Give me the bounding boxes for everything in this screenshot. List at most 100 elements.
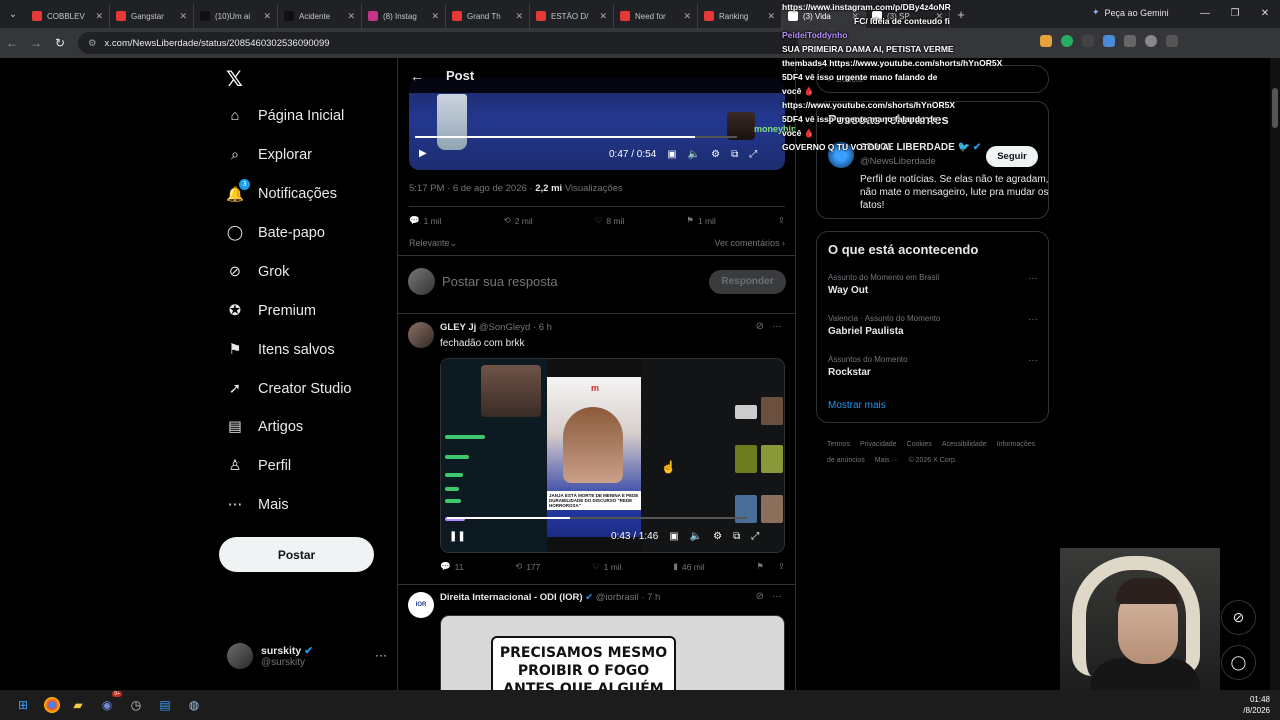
nav-item[interactable]: ⌕ Explorar bbox=[226, 146, 312, 164]
nav-item[interactable]: ◯ Bate-papo bbox=[226, 224, 325, 242]
volume-icon[interactable]: 🔈 bbox=[688, 149, 700, 160]
profile-icon[interactable] bbox=[1145, 35, 1157, 47]
fullscreen-icon[interactable]: ⤢ bbox=[751, 531, 759, 542]
volume-icon[interactable]: 🔈 bbox=[690, 531, 702, 542]
video-progress-bar[interactable] bbox=[447, 517, 747, 519]
more-dots-icon[interactable]: ··· bbox=[375, 648, 387, 662]
x-logo-icon[interactable]: 𝕏 bbox=[226, 67, 243, 91]
trend-item[interactable]: Assuntos do Momento Rockstar ··· bbox=[828, 355, 1038, 378]
menu-icon[interactable] bbox=[1166, 35, 1178, 47]
chrome-icon[interactable] bbox=[44, 697, 60, 713]
steam-icon[interactable]: ◍ bbox=[183, 694, 205, 716]
captions-icon[interactable]: ▣ bbox=[667, 149, 676, 160]
captions-icon[interactable]: ▣ bbox=[669, 531, 678, 542]
close-tab-icon[interactable]: ✕ bbox=[767, 11, 775, 22]
footer-link[interactable]: Termos bbox=[827, 441, 850, 448]
footer-link[interactable]: © 2026 X Corp. bbox=[908, 457, 956, 464]
nav-item[interactable]: ⚑ Itens salvos bbox=[226, 341, 335, 359]
share-icon[interactable]: ⇪ bbox=[778, 561, 785, 572]
tweet-time[interactable]: · 6 h bbox=[533, 322, 552, 333]
browser-tab[interactable]: Acidente ✕ bbox=[278, 4, 362, 28]
grok-icon[interactable]: ⊘ bbox=[756, 321, 764, 332]
nav-item[interactable]: ⌂ Página Inicial bbox=[226, 107, 345, 125]
extension-icon[interactable] bbox=[1082, 35, 1094, 47]
tweet-time[interactable]: · 7 h bbox=[641, 592, 660, 603]
nav-item[interactable]: ⊘ Grok bbox=[226, 263, 290, 281]
close-tab-icon[interactable]: ✕ bbox=[683, 11, 691, 22]
nav-item[interactable]: ➚ Creator Studio bbox=[226, 380, 352, 398]
discord-icon[interactable]: ◉ 9+ bbox=[96, 691, 122, 716]
notes-icon[interactable]: ▤ bbox=[154, 694, 176, 716]
repost-button[interactable]: ⟲ 2 mil bbox=[504, 215, 533, 226]
author-handle[interactable]: @SonGleyd bbox=[479, 322, 530, 333]
site-info-icon[interactable]: ⚙ bbox=[88, 38, 97, 49]
like-button[interactable]: ♡ 1 mil bbox=[592, 561, 622, 572]
messages-fab-button[interactable]: ◯ bbox=[1221, 645, 1256, 680]
tab-search-icon[interactable]: ⌄ bbox=[0, 0, 26, 28]
sort-dropdown[interactable]: Relevante⌄ bbox=[409, 238, 457, 249]
reply-button[interactable]: 💬 11 bbox=[440, 561, 463, 572]
footer-link[interactable]: Acessibilidade bbox=[942, 441, 987, 448]
repost-button[interactable]: ⟲ 177 bbox=[515, 561, 540, 572]
play-button[interactable]: ▶ bbox=[419, 148, 427, 159]
pause-button[interactable]: ❚❚ bbox=[449, 531, 466, 542]
close-window-button[interactable]: ✕ bbox=[1250, 0, 1280, 28]
author-handle[interactable]: @iorbrasil bbox=[596, 592, 639, 603]
clock-app-icon[interactable]: ◷ bbox=[125, 694, 147, 716]
bookmark-icon[interactable]: ⚑ bbox=[756, 561, 764, 572]
video-progress-bar[interactable] bbox=[415, 136, 737, 138]
post-button[interactable]: Postar bbox=[219, 537, 374, 572]
gemini-button[interactable]: ✦ Peça ao Gemini bbox=[1092, 7, 1169, 18]
close-tab-icon[interactable]: ✕ bbox=[599, 11, 607, 22]
windows-start-icon[interactable]: ⊞ bbox=[12, 694, 34, 716]
reload-icon[interactable]: ↻ bbox=[48, 36, 72, 50]
more-dots-icon[interactable]: ··· bbox=[772, 591, 782, 602]
browser-tab[interactable]: Ranking ✕ bbox=[698, 4, 782, 28]
close-tab-icon[interactable]: ✕ bbox=[179, 11, 187, 22]
author-name[interactable]: Direita Internacional - ODI (IOR) bbox=[440, 592, 583, 603]
meme-image[interactable]: PRECISAMOS MESMO PROIBIR O FOGO ANTES QU… bbox=[440, 615, 785, 690]
restore-button[interactable]: ❐ bbox=[1220, 0, 1250, 28]
pip-icon[interactable]: ⧉ bbox=[731, 149, 738, 160]
browser-tab[interactable]: COBBLEV ✕ bbox=[26, 4, 110, 28]
account-switcher[interactable]: surskity ✔ @surskity ··· bbox=[227, 643, 387, 669]
grok-fab-button[interactable]: ⊘ bbox=[1221, 600, 1256, 635]
grok-icon[interactable]: ⊘ bbox=[756, 591, 764, 602]
footer-link[interactable]: Privacidade bbox=[860, 441, 897, 448]
browser-tab[interactable]: (10)Um ai ✕ bbox=[194, 4, 278, 28]
nav-item[interactable]: ⋯ Mais bbox=[226, 496, 289, 514]
puzzle-icon[interactable] bbox=[1124, 35, 1136, 47]
share-button[interactable]: ⇪ bbox=[778, 215, 785, 226]
browser-tab[interactable]: ESTÃO D/ ✕ bbox=[530, 4, 614, 28]
nav-item[interactable]: ♙ Perfil bbox=[226, 457, 292, 475]
minimize-button[interactable]: — bbox=[1190, 0, 1220, 28]
more-dots-icon[interactable]: ··· bbox=[1028, 273, 1038, 284]
bookmark-button[interactable]: ⚑ 1 mil bbox=[686, 215, 716, 226]
forward-arrow-icon[interactable]: → bbox=[24, 36, 48, 50]
reply-input[interactable]: Postar sua resposta bbox=[442, 274, 709, 289]
close-tab-icon[interactable]: ✕ bbox=[347, 11, 355, 22]
close-tab-icon[interactable]: ✕ bbox=[431, 11, 439, 22]
views-button[interactable]: ▮ 46 mil bbox=[673, 561, 704, 572]
show-more-link[interactable]: Mostrar mais bbox=[828, 400, 886, 411]
browser-tab[interactable]: Grand Th ✕ bbox=[446, 4, 530, 28]
browser-tab[interactable]: Need for ✕ bbox=[614, 4, 698, 28]
footer-link[interactable]: Mais ··· bbox=[875, 457, 899, 464]
close-tab-icon[interactable]: ✕ bbox=[263, 11, 271, 22]
avatar[interactable] bbox=[408, 322, 434, 348]
back-arrow-icon[interactable]: ← bbox=[0, 36, 24, 50]
footer-link[interactable]: Cookies bbox=[907, 441, 932, 448]
close-tab-icon[interactable]: ✕ bbox=[515, 11, 523, 22]
close-tab-icon[interactable]: ✕ bbox=[95, 11, 103, 22]
avatar[interactable]: IOR bbox=[408, 592, 434, 618]
system-clock[interactable]: 01:48 /8/2026 bbox=[1243, 694, 1270, 716]
settings-icon[interactable]: ⚙ bbox=[713, 531, 722, 542]
pip-icon[interactable]: ⧉ bbox=[733, 531, 740, 542]
reply-button[interactable]: 💬 1 mil bbox=[409, 215, 442, 226]
page-scrollbar[interactable] bbox=[1270, 58, 1280, 690]
nav-item[interactable]: 🔔 3 Notificações bbox=[226, 179, 337, 203]
back-arrow-icon[interactable]: ← bbox=[410, 68, 424, 84]
view-comments-link[interactable]: Ver comentários › bbox=[714, 238, 785, 249]
address-bar[interactable]: ⚙ x.com/NewsLiberdade/status/20854603025… bbox=[78, 32, 798, 54]
nav-item[interactable]: ✪ Premium bbox=[226, 302, 316, 320]
